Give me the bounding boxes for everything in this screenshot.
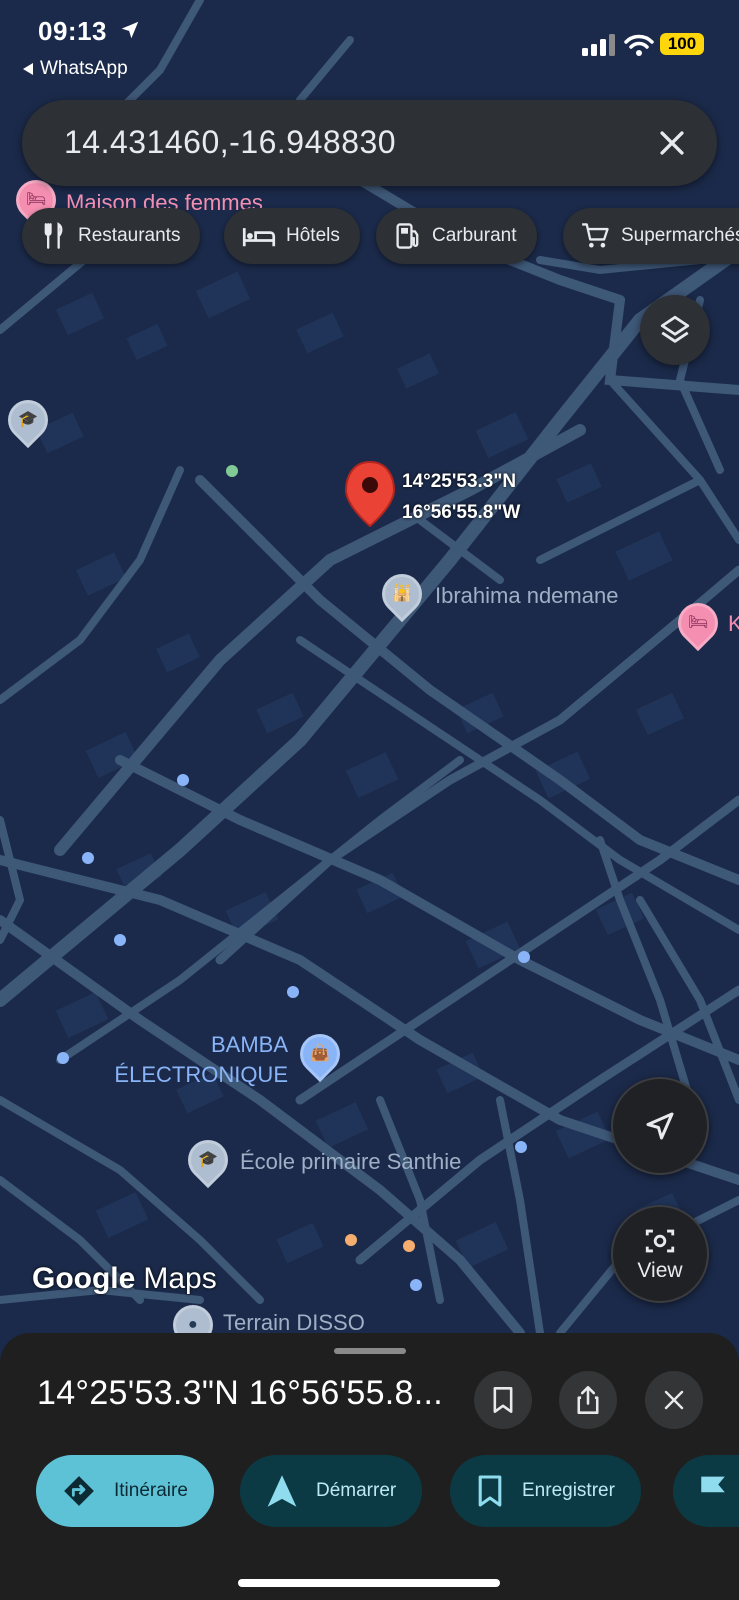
chip-supermarches-label: Supermarchés — [621, 225, 739, 246]
chip-hotels[interactable]: Hôtels — [224, 208, 360, 264]
pin-coordinates-label: 14°25'53.3"N 16°56'55.8"W — [402, 466, 520, 528]
bed-icon: 🛏 — [25, 191, 47, 208]
poi-label-hotel-k[interactable]: K — [728, 611, 739, 637]
battery-indicator: 100 — [660, 33, 704, 55]
directions-button[interactable]: Itinéraire — [36, 1455, 214, 1527]
place-title: 14°25'53.3"N 16°56'55.8... — [37, 1374, 444, 1412]
search-input[interactable]: 14.431460,-16.948830 — [64, 124, 396, 161]
layers-icon — [660, 315, 690, 343]
share-button[interactable] — [559, 1371, 617, 1429]
close-sheet-button[interactable] — [645, 1371, 703, 1429]
place-bottom-sheet[interactable]: 14°25'53.3"N 16°56'55.8... Itinéraire Dé… — [0, 1333, 739, 1600]
park-icon: ● — [188, 1316, 198, 1334]
navigation-arrow-icon — [267, 1475, 297, 1507]
logo-google-text: Google — [32, 1262, 136, 1295]
chip-supermarches[interactable]: Supermarchés — [563, 208, 739, 264]
chip-restaurants[interactable]: Restaurants — [22, 208, 201, 264]
save-button-label: Enregistrer — [522, 1480, 615, 1501]
search-bar[interactable]: 14.431460,-16.948830 — [22, 100, 717, 186]
home-indicator[interactable] — [238, 1579, 500, 1587]
battery-level: 100 — [667, 34, 697, 53]
bed-icon: 🛏 — [687, 614, 709, 631]
fork-knife-icon — [44, 222, 63, 249]
navigation-arrow-icon — [646, 1112, 674, 1140]
view-button-label: View — [637, 1259, 683, 1282]
status-bar: 09:13 WhatsApp 100 — [0, 0, 739, 90]
close-icon — [664, 1390, 684, 1410]
poi-label-bamba[interactable]: BAMBA ÉLECTRONIQUE — [106, 1030, 288, 1090]
chip-restaurants-label: Restaurants — [78, 225, 181, 246]
dropped-pin-icon — [344, 460, 396, 528]
bookmark-icon — [478, 1475, 502, 1507]
poi-label-ecole[interactable]: École primaire Santhie — [240, 1149, 461, 1175]
back-to-app-link[interactable]: WhatsApp — [22, 58, 128, 80]
start-button[interactable]: Démarrer — [240, 1455, 423, 1527]
graduation-cap-icon: 🎓 — [198, 1151, 218, 1169]
sheet-drag-handle[interactable] — [334, 1348, 406, 1354]
directions-icon — [64, 1476, 94, 1506]
wifi-icon — [624, 34, 654, 56]
status-time: 09:13 — [38, 16, 141, 47]
layers-button[interactable] — [640, 295, 710, 365]
directions-button-label: Itinéraire — [114, 1480, 188, 1501]
fuel-icon — [396, 223, 419, 249]
chip-carburant-label: Carburant — [432, 225, 517, 246]
save-button[interactable]: Enregistrer — [450, 1455, 641, 1527]
chip-carburant[interactable]: Carburant — [376, 208, 537, 264]
flag-icon — [701, 1476, 725, 1507]
location-arrow-icon — [121, 21, 138, 39]
pin-latitude: 14°25'53.3"N — [402, 471, 517, 492]
google-maps-logo: Google Maps — [32, 1262, 217, 1296]
my-location-button[interactable] — [611, 1077, 709, 1175]
bed-icon — [242, 228, 276, 247]
poi-label-bamba-line1: BAMBA — [210, 1032, 288, 1057]
graduation-cap-icon: 🎓 — [18, 411, 38, 429]
chip-hotels-label: Hôtels — [286, 225, 340, 246]
shopping-bag-icon: 👜 — [310, 1045, 330, 1063]
back-app-label: WhatsApp — [40, 58, 128, 79]
logo-maps-text: Maps — [143, 1262, 217, 1295]
camera-lens-icon — [645, 1229, 675, 1253]
cellular-signal-icon — [582, 34, 615, 56]
close-icon[interactable] — [655, 126, 689, 160]
back-triangle-icon — [23, 63, 33, 75]
view-lens-button[interactable]: View — [611, 1205, 709, 1303]
pin-longitude: 16°56'55.8"W — [402, 502, 521, 523]
flag-button[interactable] — [673, 1455, 739, 1527]
status-time-text: 09:13 — [38, 16, 107, 46]
save-place-button[interactable] — [474, 1371, 532, 1429]
poi-label-bamba-line2: ÉLECTRONIQUE — [114, 1062, 288, 1087]
poi-label-mosque[interactable]: Ibrahima ndemane — [435, 583, 618, 609]
start-button-label: Démarrer — [316, 1480, 397, 1501]
mosque-icon: 🕌 — [392, 585, 412, 603]
bookmark-icon — [493, 1387, 513, 1413]
cart-icon — [582, 223, 609, 248]
share-icon — [577, 1386, 599, 1414]
